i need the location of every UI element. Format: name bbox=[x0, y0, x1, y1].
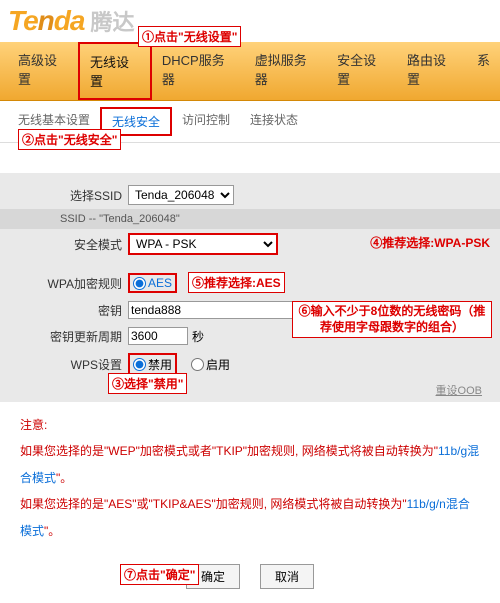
nav-tab-advanced[interactable]: 高级设置 bbox=[8, 42, 78, 100]
brand-logo: Tenda bbox=[8, 5, 84, 37]
annotation-1: ①点击"无线设置" bbox=[138, 26, 241, 47]
annotation-3: ③选择"禁用" bbox=[108, 373, 187, 394]
ssid-note-prefix: SSID -- bbox=[60, 213, 99, 225]
nav-tab-security[interactable]: 安全设置 bbox=[327, 42, 397, 100]
nav-tab-system[interactable]: 系 bbox=[467, 42, 500, 100]
radio-wps-enable-label: 启用 bbox=[206, 356, 230, 373]
label-wps: WPS设置 bbox=[8, 356, 128, 373]
row-security-mode: 安全模式 WPA - PSK ④推荐选择:WPA-PSK bbox=[0, 229, 500, 259]
row-encryption: WPA加密规则 AES ⑤推荐选择:AES bbox=[0, 269, 500, 297]
nav-tab-dhcp[interactable]: DHCP服务器 bbox=[152, 42, 245, 100]
ssid-note-value: "Tenda_206048" bbox=[99, 213, 180, 225]
notes-title: 注意: bbox=[20, 412, 480, 438]
radio-aes[interactable] bbox=[133, 277, 146, 290]
notes-area: 注意: 如果您选择的是"WEP"加密模式或者"TKIP"加密规则, 网络模式将被… bbox=[0, 402, 500, 554]
select-ssid[interactable]: Tenda_206048 bbox=[128, 185, 234, 205]
ssid-note-bar: SSID -- "Tenda_206048" bbox=[0, 209, 500, 229]
cancel-button[interactable]: 取消 bbox=[260, 564, 314, 589]
annotation-5: ⑤推荐选择:AES bbox=[188, 272, 285, 293]
nav-tab-wireless[interactable]: 无线设置 bbox=[78, 42, 152, 100]
subnav-status[interactable]: 连接状态 bbox=[240, 107, 308, 136]
radio-wps-disable[interactable] bbox=[133, 358, 146, 371]
notes-line1: 如果您选择的是"WEP"加密模式或者"TKIP"加密规则, 网络模式将被自动转换… bbox=[20, 438, 480, 491]
select-security-mode[interactable]: WPA - PSK bbox=[128, 233, 278, 255]
annotation-7: ⑦点击"确定" bbox=[120, 564, 199, 585]
button-row: ⑦点击"确定" 确定 取消 bbox=[0, 554, 500, 603]
label-encryption: WPA加密规则 bbox=[8, 275, 128, 292]
reset-oob-link[interactable]: 重设OOB bbox=[436, 382, 482, 398]
radio-wps-disable-label: 禁用 bbox=[148, 356, 172, 373]
row-ssid: 选择SSID Tenda_206048 bbox=[0, 181, 500, 209]
label-security-mode: 安全模式 bbox=[8, 236, 128, 253]
annotation-4: ④推荐选择:WPA-PSK bbox=[370, 234, 490, 251]
label-rekey: 密钥更新周期 bbox=[8, 328, 128, 345]
radio-aes-label: AES bbox=[148, 276, 172, 290]
input-rekey[interactable] bbox=[128, 327, 188, 345]
annotation-6: ⑥输入不少于8位数的无线密码（推荐使用字母跟数字的组合） bbox=[292, 301, 492, 338]
rekey-unit: 秒 bbox=[192, 328, 204, 345]
header-bar: Tenda 腾达 ①点击"无线设置" bbox=[0, 0, 500, 42]
notes-line2: 如果您选择的是"AES"或"TKIP&AES"加密规则, 网络模式将被自动转换为… bbox=[20, 491, 480, 544]
main-nav: 高级设置 无线设置 DHCP服务器 虚拟服务器 安全设置 路由设置 系 bbox=[0, 42, 500, 101]
label-ssid: 选择SSID bbox=[8, 187, 128, 204]
sub-nav: 无线基本设置 无线安全 访问控制 连接状态 ②点击"无线安全" bbox=[0, 101, 500, 143]
nav-tab-virtual[interactable]: 虚拟服务器 bbox=[245, 42, 327, 100]
row-wps: WPS设置 禁用 启用 ③选择"禁用" bbox=[0, 349, 500, 380]
nav-tab-route[interactable]: 路由设置 bbox=[397, 42, 467, 100]
label-key: 密钥 bbox=[8, 302, 128, 319]
brand-logo-cn: 腾达 bbox=[90, 5, 134, 37]
wireless-security-form: 选择SSID Tenda_206048 SSID -- "Tenda_20604… bbox=[0, 173, 500, 402]
annotation-2: ②点击"无线安全" bbox=[18, 129, 121, 150]
radio-wps-enable[interactable] bbox=[191, 358, 204, 371]
subnav-access[interactable]: 访问控制 bbox=[172, 107, 240, 136]
